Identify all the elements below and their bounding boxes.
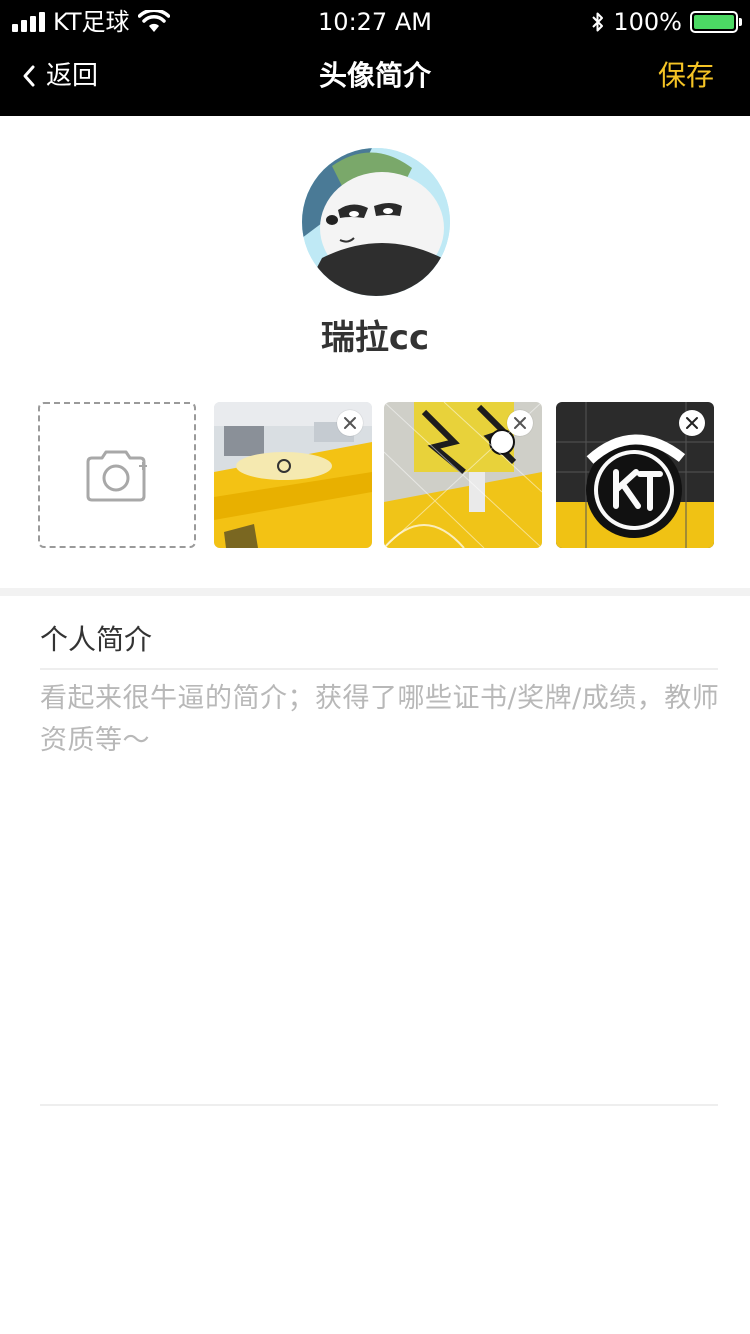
- header: KT足球 10:27 AM 100% 返回 头像简介 保存: [0, 0, 750, 116]
- bluetooth-icon: [591, 10, 605, 34]
- status-right: 100%: [591, 8, 742, 36]
- battery-percent: 100%: [613, 8, 682, 36]
- nav-bar: 返回 头像简介 保存: [0, 44, 750, 116]
- intro-textarea[interactable]: 看起来很牛逼的简介；获得了哪些证书/奖牌/成绩，教师资质等～: [40, 678, 720, 1098]
- remove-photo-button[interactable]: [679, 410, 705, 436]
- close-icon: [343, 416, 357, 430]
- camera-plus-icon: [84, 448, 150, 502]
- divider: [40, 668, 718, 670]
- close-icon: [513, 416, 527, 430]
- remove-photo-button[interactable]: [337, 410, 363, 436]
- avatar[interactable]: [302, 148, 450, 296]
- remove-photo-button[interactable]: [507, 410, 533, 436]
- battery-level: [694, 15, 734, 29]
- status-bar: KT足球 10:27 AM 100%: [0, 0, 750, 44]
- divider: [40, 1104, 718, 1106]
- close-icon: [685, 416, 699, 430]
- section-divider: [0, 588, 750, 596]
- battery-icon: [690, 11, 742, 33]
- page-title: 头像简介: [318, 59, 431, 92]
- add-photo-button[interactable]: [38, 402, 196, 548]
- username: 瑞拉cc: [320, 318, 430, 358]
- save-button[interactable]: 保存: [658, 58, 714, 94]
- intro-label: 个人简介: [40, 623, 153, 656]
